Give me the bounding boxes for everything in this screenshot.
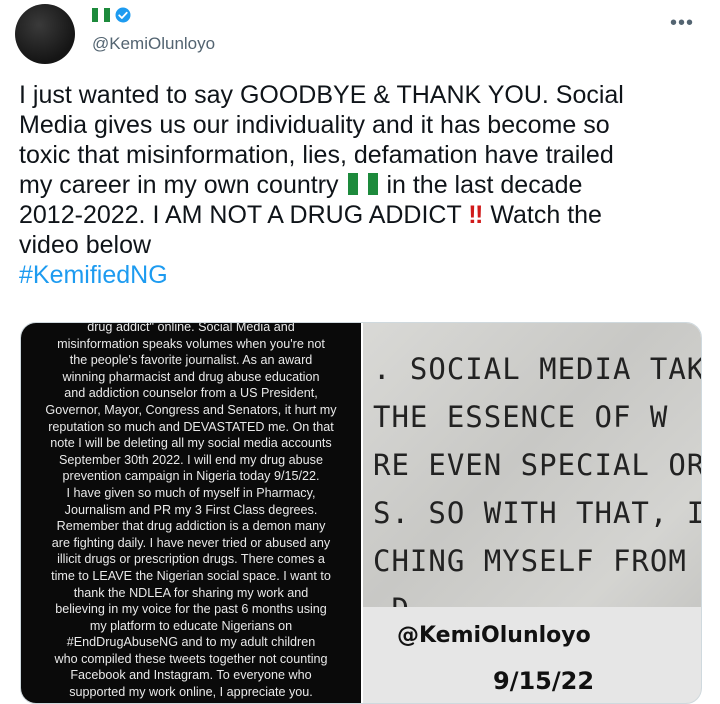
statement-line: misinformation speaks volumes when you'r… [57,336,325,351]
statement-line: believing in my voice for the past 6 mon… [55,602,327,617]
hashtag-link[interactable]: #KemifiedNG [19,260,709,290]
tweet-line: 2012-2022. I AM NOT A DRUG ADDICT ‼ Watc… [19,200,709,230]
statement-line: my platform to educate Nigerians on [89,618,293,633]
signature-handle: @KemiOlunloyo [397,623,591,648]
media-image-right[interactable]: . SOCIAL MEDIA TAKES THE ESSENCE OF W RE … [363,323,702,703]
stencil-line: THE ESSENCE OF W [373,400,669,434]
tweet-fragment: in the last decade [386,171,583,199]
tweet-line: video below [19,231,152,259]
double-exclamation-icon: ‼ [468,201,484,229]
user-handle[interactable]: @KemiOlunloyo [92,34,215,54]
statement-line: #EndDrugAbuseNG and to my adult children [66,635,316,650]
statement-line: and addiction counselor from a US Presid… [64,386,318,401]
tweet-line: I just wanted to say GOODBYE & THANK YOU… [19,81,624,109]
statement-line: supported my work online, I appreciate y… [69,685,313,700]
statement-line: time to LEAVE the Nigerian social space.… [51,568,331,583]
statement-line: note I will be deleting all my social me… [50,436,332,451]
stencil-line: S. SO WITH THAT, I'M [373,496,701,530]
nigeria-flag-icon [92,8,110,22]
more-options-button[interactable]: ••• [670,12,694,35]
statement-line: Journalism and PR my 3 First Class degre… [64,502,318,517]
statement-line: Remember that drug addiction is a demon … [56,519,326,534]
statement-line: reputation so much and DEVASTATED me. On… [48,419,334,434]
tweet-line: Media gives us our individuality and it … [19,111,610,139]
stencil-line: . SOCIAL MEDIA TAKES [373,352,701,386]
statement-line: God Bless Nigeria [27,701,355,703]
stencil-text: . SOCIAL MEDIA TAKES THE ESSENCE OF W RE … [373,345,702,633]
statement-line: I have given so much of myself in Pharma… [66,485,316,500]
statement-line: thank the NDLEA for sharing my work and [73,585,309,600]
statement-line: illicit drugs or prescription drugs. The… [57,552,325,567]
tweet-fragment: 2012-2022. I AM NOT A DRUG ADDICT [19,201,462,229]
tweet-fragment: Watch the [490,201,602,229]
tweet-fragment: my career in my own country [19,171,339,199]
tweet-line: toxic that misinformation, lies, defamat… [19,141,614,169]
profile-avatar[interactable] [15,4,75,64]
statement-line: winning pharmacist and drug abuse educat… [62,369,320,384]
verified-badge-icon [115,7,131,23]
statement-line: who compiled these tweets together not c… [54,651,328,666]
statement-line: drug addict" online. Social Media and [87,322,295,334]
media-image-left[interactable]: drug addict" online. Social Media and mis… [21,323,361,703]
display-name-row [92,6,132,24]
signature-date: 9/15/22 [493,667,595,695]
statement-line: prevention campaign in Nigeria today 9/1… [62,469,320,484]
stencil-line: CHING MYSELF FROM [373,544,687,578]
signature-block: @KemiOlunloyo 9/15/22 [363,607,701,703]
tweet-media[interactable]: drug addict" online. Social Media and mis… [20,322,702,704]
statement-text: drug addict" online. Social Media and mis… [21,322,361,703]
statement-line: Facebook and Instagram. To everyone who [70,668,312,683]
statement-line: are fighting daily. I have never tried o… [51,535,331,550]
statement-line: Governor, Mayor, Congress and Senators, … [45,402,337,417]
tweet-text: I just wanted to say GOODBYE & THANK YOU… [19,80,709,290]
stencil-line: RE EVEN SPECIAL OR [373,448,702,482]
nigeria-flag-emoji-icon [347,173,378,195]
statement-line: the people's favorite journalist. As an … [69,353,313,368]
tweet-line: my career in my own country in the last … [19,170,709,200]
statement-line: September 30th 2022. I will end my drug … [59,452,323,467]
